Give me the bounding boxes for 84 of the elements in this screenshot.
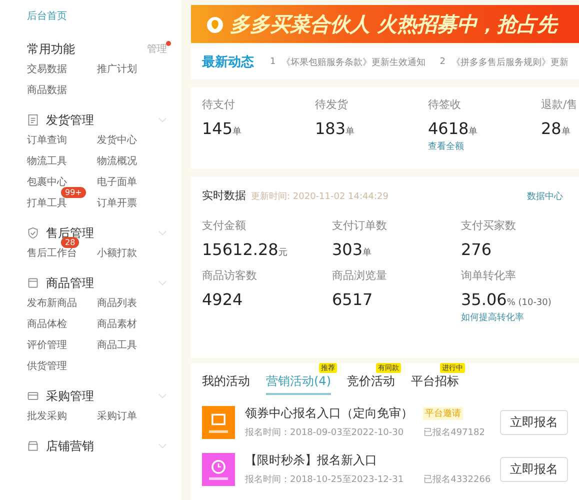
sidebar-link[interactable]: 物流概况 <box>97 156 137 167</box>
stat-label: 待签收 <box>428 97 462 113</box>
sidebar-link[interactable]: 包裹中心 <box>27 177 67 188</box>
metric-value: 4924 <box>202 290 244 309</box>
stat-value: 145单 <box>202 119 243 138</box>
sidebar-link[interactable]: 打单工具 <box>27 198 67 209</box>
signup-button[interactable]: 立即报名 <box>500 456 568 482</box>
sidebar-link[interactable]: 商品数据 <box>27 83 97 99</box>
activity-tab[interactable]: 竞价活动 <box>347 373 395 395</box>
update-time: 更新时间: 2020-11-02 14:44:29 <box>251 190 388 203</box>
sidebar-link[interactable]: 推广计划 <box>97 62 167 78</box>
sidebar-link[interactable]: 商品列表 <box>97 298 137 309</box>
sidebar-link[interactable]: 商品体检 <box>27 319 67 330</box>
help-link[interactable]: 如何提高转化率 <box>461 311 579 324</box>
document-icon <box>27 114 39 126</box>
sidebar-link[interactable]: 订单开票 <box>97 198 137 209</box>
box-icon <box>27 277 39 289</box>
metric-value: 276 <box>461 240 493 259</box>
count-badge: 28 <box>61 237 80 248</box>
metric-label: 商品浏览量 <box>332 268 388 284</box>
card-title: 实时数据 <box>202 188 246 203</box>
metric-value: 35.06% (10-30) <box>461 290 552 309</box>
sidebar-link[interactable]: 采购订单 <box>97 411 137 422</box>
signup-period: 报名时间：2018-10-25至2023-12-31 <box>245 474 404 486</box>
data-center-link[interactable]: 数据中心 <box>527 190 563 203</box>
sidebar-link[interactable]: 电子面单 <box>97 177 137 188</box>
home-link[interactable]: 后台首页 <box>27 9 181 23</box>
shield-check-icon <box>27 227 39 239</box>
metric-label: 支付买家数 <box>461 218 517 234</box>
sidebar-link[interactable]: 发布新商品 <box>27 298 77 309</box>
activity-tab[interactable]: 我的活动 <box>202 373 250 395</box>
chevron-down-icon[interactable] <box>158 393 167 399</box>
activity-title: 领券中心报名入口（定向免审） <box>245 405 413 422</box>
section-title: 发货管理 <box>46 112 94 128</box>
news-index: 1 <box>270 57 276 67</box>
section-title: 常用功能 <box>27 40 75 58</box>
sidebar-link[interactable]: 发货中心 <box>97 135 137 146</box>
sidebar-link[interactable]: 订单查询 <box>27 135 67 146</box>
signup-count: 已报名497182 <box>424 426 485 439</box>
stat-label: 待发货 <box>315 97 349 113</box>
store-icon <box>27 440 39 452</box>
metric-value: 303单 <box>332 240 373 259</box>
activity-tag: 平台邀请 <box>423 407 463 420</box>
signup-count: 已报名4332266 <box>424 474 491 486</box>
count-badge: 99+ <box>61 187 86 198</box>
news-index: 2 <box>440 57 446 67</box>
banner-text: 多多买菜合伙人 火热招募中，抢占先 <box>230 10 557 38</box>
activity-title: 【限时秒杀】报名新入口 <box>245 452 377 469</box>
sidebar-link[interactable]: 小额打款 <box>97 248 137 259</box>
metric-label: 支付金额 <box>202 218 247 234</box>
sidebar-link[interactable]: 商品工具 <box>97 340 137 351</box>
view-link[interactable]: 查看全额 <box>428 140 541 153</box>
activity-tab[interactable]: 平台招标 <box>411 373 459 395</box>
metric-value: 15612.28元 <box>202 240 288 259</box>
signup-button[interactable]: 立即报名 <box>500 410 568 434</box>
stat-value: 4618单 <box>428 119 479 138</box>
metric-value: 6517 <box>332 290 374 309</box>
sidebar-link[interactable]: 售后工作台 <box>27 248 77 259</box>
news-link[interactable]: 《坏果包赔服务条款》更新生效通知 <box>282 56 426 68</box>
news-link[interactable]: 《拼多多售后服务规则》更新 <box>451 56 568 68</box>
metric-label: 询单转化率 <box>461 268 517 284</box>
chevron-down-icon[interactable] <box>158 280 167 286</box>
sidebar-link[interactable]: 批发采购 <box>27 411 67 422</box>
stat-label: 退款/售 <box>541 97 579 113</box>
sidebar-link[interactable]: 交易数据 <box>27 62 97 78</box>
sidebar-link[interactable]: 商品素材 <box>97 319 137 330</box>
sidebar-link[interactable]: 评价管理 <box>27 340 67 351</box>
section-title: 采购管理 <box>46 388 94 404</box>
chevron-down-icon[interactable] <box>158 230 167 236</box>
card-icon <box>27 390 39 402</box>
sidebar-link[interactable]: 供货管理 <box>27 361 67 372</box>
section-title: 商品管理 <box>46 274 94 292</box>
chevron-down-icon[interactable] <box>158 443 167 449</box>
sidebar-link[interactable]: 物流工具 <box>27 156 67 167</box>
stat-label: 待支付 <box>202 97 236 113</box>
stat-value: 28单 <box>541 119 572 138</box>
stat-value: 183单 <box>315 119 356 138</box>
signup-period: 报名时间：2018-09-03至2022-10-30 <box>245 426 404 439</box>
metric-label: 商品访客数 <box>202 268 258 284</box>
section-title: 售后管理 <box>46 224 94 240</box>
news-title: 最新动态 <box>202 54 254 71</box>
chevron-down-icon[interactable] <box>158 117 167 123</box>
metric-label: 支付订单数 <box>332 218 388 234</box>
section-title: 店铺营销 <box>46 438 94 454</box>
